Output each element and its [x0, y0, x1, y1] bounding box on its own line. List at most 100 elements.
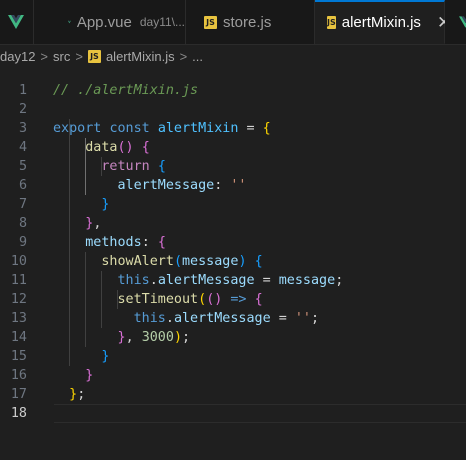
js-file-icon: JS [204, 15, 217, 29]
line-number: 3 [18, 121, 27, 136]
tab-store-js[interactable]: JS store.js [186, 0, 315, 44]
line-number: 11 [10, 273, 27, 288]
code-token: { [141, 140, 150, 155]
tab-label: alertMixin.js [341, 14, 421, 31]
code-text[interactable]: setTimeout(() => { [53, 290, 263, 309]
code-token: , [125, 330, 142, 345]
code-text[interactable]: this.alertMessage = message; [53, 271, 344, 290]
code-token: this [133, 311, 166, 326]
code-token: ) [238, 254, 247, 269]
line-number: 18 [10, 406, 27, 421]
tab-description: day11\... [139, 15, 185, 29]
code-token: } [101, 349, 110, 364]
code-token: ; [335, 273, 344, 288]
tab-app-vue[interactable]: App.vue day11\... [34, 0, 186, 44]
code-token: message [278, 273, 336, 288]
code-line[interactable]: 4 data() { [0, 138, 466, 157]
line-number: 12 [10, 292, 27, 307]
vue-icon [8, 15, 24, 29]
code-token: . [165, 311, 174, 326]
code-text[interactable]: } [53, 347, 109, 366]
code-editor[interactable]: 1 // ./alertMixin.js 2 3 export const alertM… [0, 62, 466, 460]
code-line[interactable]: 17 }; [0, 385, 466, 404]
code-token: => [230, 292, 247, 307]
line-number: 1 [18, 83, 27, 98]
tab-alertmixin-js[interactable]: JS alertMixin.js ✕ [315, 0, 451, 44]
code-text[interactable]: }; [53, 385, 85, 404]
code-text[interactable]: return { [53, 157, 166, 176]
code-line[interactable]: 8 }, [0, 214, 466, 233]
code-token: { [254, 254, 263, 269]
code-token: = [270, 311, 295, 326]
code-text[interactable]: data() { [53, 138, 150, 157]
code-text[interactable]: methods: { [53, 233, 166, 252]
code-token: ; [77, 387, 86, 402]
code-token: () [206, 292, 223, 307]
code-token: data [85, 140, 118, 155]
code-token: = [238, 121, 263, 136]
code-line[interactable]: 11 this.alertMessage = message; [0, 271, 466, 290]
code-token: // ./alertMixin.js [53, 83, 199, 98]
line-number: 14 [10, 330, 27, 345]
code-token: : [141, 235, 158, 250]
js-file-icon: JS [327, 16, 336, 29]
code-line[interactable]: 1 // ./alertMixin.js [0, 81, 466, 100]
code-line[interactable]: 13 this.alertMessage = ''; [0, 309, 466, 328]
code-line[interactable]: 2 [0, 100, 466, 119]
line-number: 10 [10, 254, 27, 269]
code-line[interactable]: 7 } [0, 195, 466, 214]
vue-icon [459, 16, 466, 28]
code-line[interactable]: 16 } [0, 366, 466, 385]
code-token: showAlert [101, 254, 174, 269]
editor-tab-bar: App.vue day11\... JS store.js JS alertMi… [0, 0, 466, 45]
code-line[interactable]: 15 } [0, 347, 466, 366]
code-text[interactable]: }, [53, 214, 101, 233]
code-token: '' [294, 311, 311, 326]
code-token: alertMessage [117, 178, 215, 193]
code-line[interactable]: 5 return { [0, 157, 466, 176]
code-line[interactable]: 12 setTimeout(() => { [0, 290, 466, 309]
code-token: export [53, 121, 102, 136]
code-token: return [101, 159, 150, 174]
code-token: : [214, 178, 231, 193]
code-token: () [117, 140, 134, 155]
code-token: } [101, 197, 110, 212]
code-token: ) [173, 330, 182, 345]
code-text[interactable]: this.alertMessage = ''; [53, 309, 319, 328]
code-text[interactable]: } [53, 195, 109, 214]
code-text[interactable]: showAlert(message) { [53, 252, 263, 271]
tab-overflow[interactable] [445, 0, 466, 44]
code-token: ( [198, 292, 207, 307]
tab-label: App.vue [76, 13, 132, 31]
code-text[interactable]: // ./alertMixin.js [53, 81, 198, 100]
code-token: alertMixin [157, 121, 239, 136]
code-text[interactable]: alertMessage: '' [53, 176, 247, 195]
code-line[interactable]: 9 methods: { [0, 233, 466, 252]
code-token: } [69, 387, 78, 402]
code-text[interactable]: } [53, 366, 93, 385]
code-text[interactable]: export const alertMixin = { [53, 119, 271, 138]
code-line[interactable]: 14 }, 3000); [0, 328, 466, 347]
code-line[interactable]: 3 export const alertMixin = { [0, 119, 466, 138]
code-token: ( [173, 254, 182, 269]
code-line[interactable]: 18 [0, 404, 466, 423]
code-line[interactable]: 6 alertMessage: '' [0, 176, 466, 195]
code-text[interactable]: }, 3000); [53, 328, 191, 347]
line-number: 8 [18, 216, 27, 231]
code-token: } [85, 368, 94, 383]
code-line[interactable]: 10 showAlert(message) { [0, 252, 466, 271]
